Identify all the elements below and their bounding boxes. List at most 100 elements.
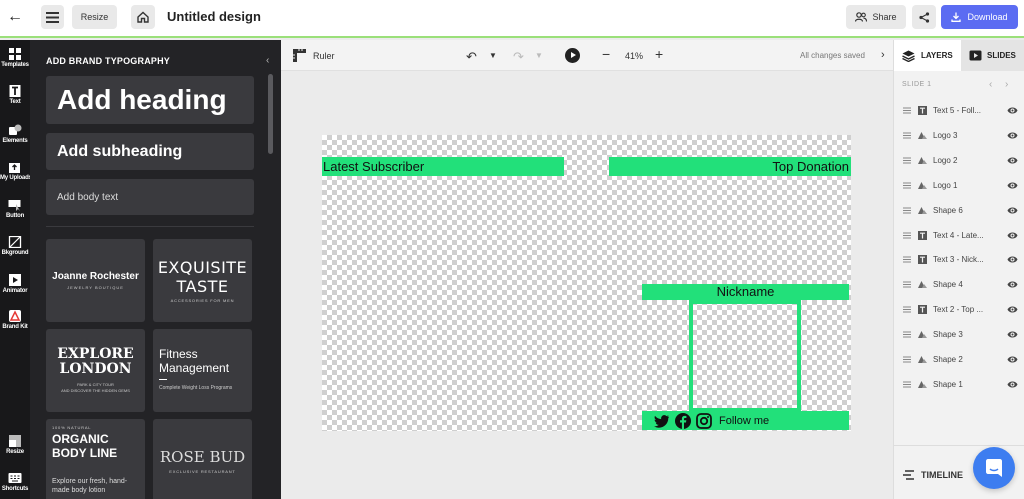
rail-item-background[interactable]: Bkground bbox=[0, 236, 30, 256]
shape-layer-icon bbox=[918, 380, 927, 388]
visibility-eye-icon[interactable] bbox=[1007, 380, 1018, 389]
drag-handle-icon[interactable] bbox=[903, 356, 911, 363]
layer-row[interactable]: Logo 3 bbox=[894, 125, 1024, 147]
rail-item-resize[interactable]: Resize bbox=[0, 435, 30, 455]
previous-slide-chevron-icon[interactable]: ‹ bbox=[989, 79, 992, 90]
resize-button[interactable]: Resize bbox=[72, 5, 117, 29]
tab-slides[interactable]: SLIDES bbox=[961, 40, 1024, 71]
ruler-label[interactable]: Ruler bbox=[313, 51, 335, 61]
menu-button[interactable] bbox=[41, 5, 64, 29]
home-button[interactable] bbox=[131, 5, 155, 29]
artboard[interactable]: Latest Subscriber Top Donation Nickname … bbox=[322, 135, 851, 431]
tab-layers[interactable]: LAYERS bbox=[894, 40, 961, 71]
drag-handle-icon[interactable] bbox=[903, 331, 911, 338]
drag-handle-icon[interactable] bbox=[903, 232, 911, 239]
typography-panel: ADD BRAND TYPOGRAPHY ‹ Add heading Add s… bbox=[30, 40, 281, 499]
visibility-eye-icon[interactable] bbox=[1007, 330, 1018, 339]
collapse-panel-chevron-icon[interactable]: ‹ bbox=[266, 55, 269, 66]
card-title: Fitness Management bbox=[159, 347, 229, 375]
zoom-level[interactable]: 41% bbox=[625, 51, 643, 61]
add-heading-button[interactable]: Add heading bbox=[46, 76, 254, 124]
shape-layer-icon bbox=[918, 206, 927, 214]
layer-row[interactable]: Shape 1 bbox=[894, 374, 1024, 396]
visibility-eye-icon[interactable] bbox=[1007, 206, 1018, 215]
layer-row[interactable]: Text 5 - Foll... bbox=[894, 100, 1024, 122]
visibility-eye-icon[interactable] bbox=[1007, 355, 1018, 364]
undo-history-caret-icon[interactable]: ▼ bbox=[489, 51, 497, 60]
nickname-text[interactable]: Nickname bbox=[642, 284, 849, 300]
visibility-eye-icon[interactable] bbox=[1007, 131, 1018, 140]
font-combo-card-organic-body-line[interactable]: 100% NATURAL ORGANIC BODY LINE Explore ou… bbox=[46, 419, 145, 499]
rail-item-button[interactable]: Button bbox=[0, 199, 30, 219]
download-button[interactable]: Download bbox=[941, 5, 1018, 29]
visibility-eye-icon[interactable] bbox=[1007, 280, 1018, 289]
visibility-eye-icon[interactable] bbox=[1007, 255, 1018, 264]
zoom-out-icon[interactable]: − bbox=[602, 46, 610, 62]
expand-right-panel-chevron-icon[interactable]: › bbox=[881, 49, 885, 61]
follow-me-text[interactable]: Follow me bbox=[719, 412, 769, 431]
rail-item-uploads[interactable]: My Uploads bbox=[0, 161, 32, 181]
drag-handle-icon[interactable] bbox=[903, 157, 911, 164]
share-network-button[interactable] bbox=[912, 5, 936, 29]
layer-row[interactable]: Logo 1 bbox=[894, 175, 1024, 197]
canvas-toolbar: Ruler ↶ ▼ ↷ ▼ − 41% + All changes saved … bbox=[281, 40, 893, 71]
layer-row[interactable]: Text 2 - Top ... bbox=[894, 299, 1024, 321]
next-slide-chevron-icon[interactable]: › bbox=[1005, 79, 1008, 90]
drag-handle-icon[interactable] bbox=[903, 381, 911, 388]
drag-handle-icon[interactable] bbox=[903, 207, 911, 214]
layer-row[interactable]: Text 3 - Nick... bbox=[894, 249, 1024, 271]
layer-row[interactable]: Shape 4 bbox=[894, 274, 1024, 296]
drag-handle-icon[interactable] bbox=[903, 281, 911, 288]
card-subtitle: Explore our fresh, hand-made body lotion bbox=[52, 478, 128, 494]
layer-row[interactable]: Logo 2 bbox=[894, 150, 1024, 172]
layer-row[interactable]: Shape 3 bbox=[894, 324, 1024, 346]
visibility-eye-icon[interactable] bbox=[1007, 305, 1018, 314]
undo-icon[interactable]: ↶ bbox=[466, 49, 477, 65]
drag-handle-icon[interactable] bbox=[903, 256, 911, 263]
layer-row[interactable]: Shape 2 bbox=[894, 349, 1024, 371]
layer-row[interactable]: Shape 6 bbox=[894, 200, 1024, 222]
rail-item-shortcuts[interactable]: Shortcuts bbox=[0, 472, 30, 492]
card-title-line: ORGANIC bbox=[52, 432, 109, 446]
rail-item-elements[interactable]: Elements bbox=[0, 124, 30, 144]
webcam-frame-shape[interactable] bbox=[689, 300, 801, 412]
follow-me-bar[interactable]: Follow me bbox=[642, 411, 849, 430]
drag-handle-icon[interactable] bbox=[903, 306, 911, 313]
redo-icon[interactable]: ↷ bbox=[513, 49, 524, 65]
font-combo-card-rose-bud[interactable]: ROSE BUD EXCLUSIVE RESTAURANT bbox=[153, 419, 252, 499]
rail-item-text[interactable]: Text bbox=[0, 85, 30, 105]
zoom-in-icon[interactable]: + bbox=[655, 46, 663, 62]
panel-scrollbar[interactable] bbox=[268, 74, 273, 154]
facebook-icon[interactable] bbox=[675, 413, 691, 429]
rail-item-templates[interactable]: Templates bbox=[0, 48, 30, 68]
canvas-workspace[interactable]: Latest Subscriber Top Donation Nickname … bbox=[281, 71, 893, 499]
font-combo-card-fitness-management[interactable]: Fitness Management Complete Weight Loss P… bbox=[153, 329, 252, 412]
drag-handle-icon[interactable] bbox=[903, 132, 911, 139]
twitter-icon[interactable] bbox=[654, 413, 670, 429]
rail-item-animator[interactable]: Animator bbox=[0, 274, 30, 294]
design-title[interactable]: Untitled design bbox=[167, 9, 261, 24]
instagram-icon[interactable] bbox=[696, 413, 712, 429]
visibility-eye-icon[interactable] bbox=[1007, 231, 1018, 240]
chat-support-button[interactable] bbox=[973, 447, 1015, 489]
redo-history-caret-icon[interactable]: ▼ bbox=[535, 51, 543, 60]
add-body-text-button[interactable]: Add body text bbox=[46, 179, 254, 215]
share-button[interactable]: Share bbox=[846, 5, 906, 29]
layer-row[interactable]: Text 4 - Late... bbox=[894, 225, 1024, 247]
top-donation-text[interactable]: Top Donation bbox=[609, 157, 851, 176]
font-combo-card-joanne-rochester[interactable]: Joanne Rochester JEWELRY BOUTIQUE bbox=[46, 239, 145, 322]
card-title-line: TASTE bbox=[176, 277, 229, 296]
font-combo-card-explore-london[interactable]: EXPLORE LONDON PARK & CITY TOUR AND DISCOV… bbox=[46, 329, 145, 412]
latest-subscriber-text[interactable]: Latest Subscriber bbox=[322, 157, 564, 176]
drag-handle-icon[interactable] bbox=[903, 182, 911, 189]
visibility-eye-icon[interactable] bbox=[1007, 181, 1018, 190]
ruler-icon[interactable] bbox=[293, 49, 306, 62]
back-arrow-icon[interactable]: ← bbox=[6, 8, 24, 26]
add-subheading-button[interactable]: Add subheading bbox=[46, 133, 254, 170]
drag-handle-icon[interactable] bbox=[903, 107, 911, 114]
visibility-eye-icon[interactable] bbox=[1007, 106, 1018, 115]
rail-item-brand-kit[interactable]: Brand Kit bbox=[0, 310, 30, 330]
play-preview-icon[interactable] bbox=[565, 48, 580, 63]
font-combo-card-exquisite-taste[interactable]: EXQUISITE TASTE ACCESSORIES FOR MEN bbox=[153, 239, 252, 322]
visibility-eye-icon[interactable] bbox=[1007, 156, 1018, 165]
